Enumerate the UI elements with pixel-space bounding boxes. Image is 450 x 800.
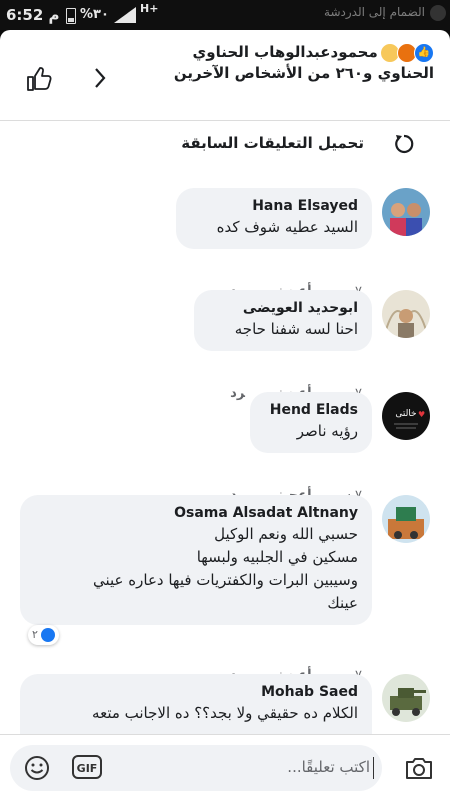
- load-previous-comments[interactable]: تحميل التعليقات السابقة: [0, 126, 450, 166]
- comment-text: احنا لسه شفنا حاجه: [234, 320, 358, 338]
- avatar[interactable]: [382, 188, 430, 236]
- chevron-right-icon[interactable]: [92, 66, 108, 90]
- refresh-icon: [395, 134, 414, 154]
- load-previous-label: تحميل التعليقات السابقة: [181, 134, 364, 152]
- comment-line: عينك: [327, 594, 358, 612]
- camera-icon[interactable]: [404, 755, 434, 781]
- avatar[interactable]: خالتى ♥: [382, 392, 430, 440]
- comment-line: حسبي الله ونعم الوكيل: [214, 525, 358, 543]
- comment-bubble[interactable]: Osama Alsadat Altnany حسبي الله ونعم الو…: [20, 495, 372, 625]
- avatar[interactable]: [382, 495, 430, 543]
- notification-icon: [430, 5, 446, 21]
- commenter-name[interactable]: Mohab Saed: [34, 682, 358, 702]
- comment-placeholder: اكتب تعليقًا...: [287, 758, 370, 776]
- comment-item: Osama Alsadat Altnany حسبي الله ونعم الو…: [0, 495, 450, 683]
- svg-text:خالتى: خالتى: [395, 409, 416, 419]
- like-count: ٢: [32, 628, 38, 641]
- reactors-summary[interactable]: 👍 محمودعبدالوهاب الحناوي الحناوي و٢٦٠ من…: [134, 42, 434, 84]
- like-reaction-icon: [40, 628, 55, 642]
- network-type: H+: [140, 2, 159, 15]
- signal-icon: [114, 7, 136, 23]
- comment-text: الكلام ده حقيقي ولا بجد؟؟ ده الاجانب متع…: [92, 704, 358, 722]
- comment-composer: اكتب تعليقًا... GIF: [0, 734, 450, 800]
- comment-item: خالتى♥ Hend Elads رؤيه ناصر ٧ سأعجبنيرد: [0, 392, 450, 503]
- battery-icon: [66, 8, 76, 24]
- gif-button[interactable]: GIF: [72, 755, 102, 779]
- avatar[interactable]: [382, 290, 430, 338]
- avatar[interactable]: [382, 674, 430, 722]
- thumbs-up-icon[interactable]: [26, 66, 52, 92]
- reactions-header: 👍 محمودعبدالوهاب الحناوي الحناوي و٢٦٠ من…: [0, 30, 450, 121]
- commenter-name[interactable]: Osama Alsadat Altnany: [34, 503, 358, 523]
- sticker-icon[interactable]: [24, 755, 50, 781]
- comment-item: Mohab Saed الكلام ده حقيقي ولا بجد؟؟ ده …: [0, 674, 450, 754]
- reaction-icons: 👍: [380, 42, 434, 63]
- comment-bubble[interactable]: Hend Elads رؤيه ناصر: [250, 392, 372, 453]
- commenter-name[interactable]: Hana Elsayed: [190, 196, 358, 216]
- svg-text:♥: ♥: [418, 410, 425, 419]
- commenter-name[interactable]: ابوحديد العويضى: [208, 298, 358, 318]
- comment-line: وسيبين البرات والكفتريات فيها دعاره عيني: [93, 571, 358, 589]
- comment-line: مسكين في الجلبيه ولبسها: [196, 548, 358, 566]
- comments-sheet: 👍 محمودعبدالوهاب الحناوي الحناوي و٢٦٠ من…: [0, 30, 450, 800]
- comment-item: Hana Elsayed السيد عطيه شوف كده ٧ سأعجبن…: [0, 188, 450, 299]
- comment-like-count[interactable]: ٢: [28, 625, 59, 645]
- notification-text: الضمام إلى الدردشة: [324, 5, 425, 19]
- status-bar: 6:52 م %٣٠ H+ الضمام إلى الدردشة: [0, 0, 450, 30]
- commenter-name[interactable]: Hend Elads: [264, 400, 358, 420]
- battery-percent: %٣٠: [80, 7, 109, 22]
- like-reaction-icon: 👍: [414, 42, 434, 63]
- comment-text: السيد عطيه شوف كده: [216, 218, 358, 236]
- comment-text: رؤيه ناصر: [296, 422, 358, 440]
- text-cursor: [373, 757, 374, 779]
- comment-bubble[interactable]: ابوحديد العويضى احنا لسه شفنا حاجه: [194, 290, 372, 351]
- comment-bubble[interactable]: Hana Elsayed السيد عطيه شوف كده: [176, 188, 372, 249]
- comment-text: حسبي الله ونعم الوكيل مسكين في الجلبيه و…: [34, 523, 358, 615]
- clock: 6:52 م: [6, 6, 60, 24]
- comment-item: ابوحديد العويضى احنا لسه شفنا حاجه ٧ سأع…: [0, 290, 450, 401]
